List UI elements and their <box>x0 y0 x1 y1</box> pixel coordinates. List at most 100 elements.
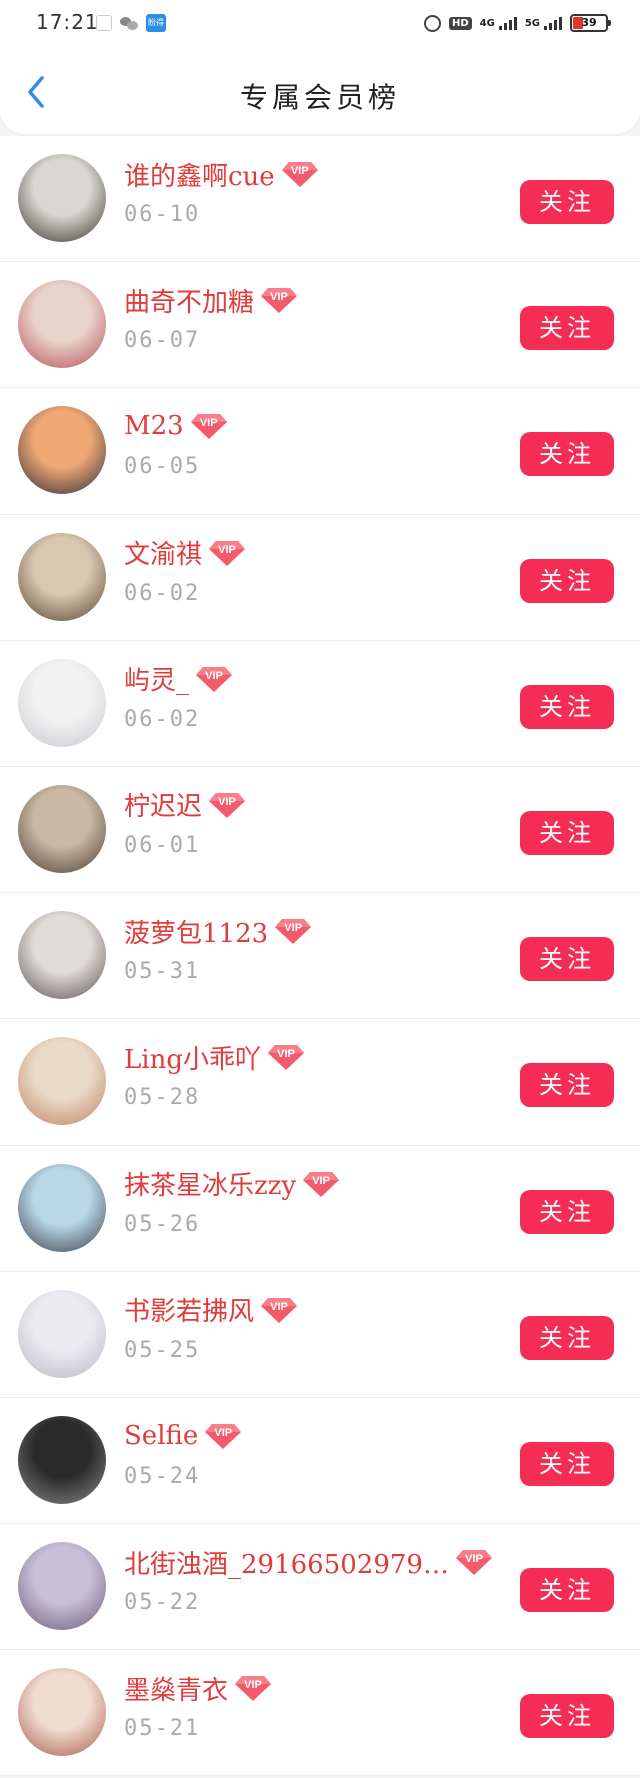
list-item[interactable]: 谁的鑫啊cue VIP 06-10 关注 <box>0 136 640 263</box>
member-name: 北街浊酒_29166502979… <box>124 1549 449 1580</box>
member-list: 谁的鑫啊cue VIP 06-10 关注 曲奇不加糖 VIP 06-07 关注 M23 VIP 06… <box>0 136 640 1777</box>
status-system-icons: HD 4G 5G 39 <box>423 14 611 32</box>
avatar[interactable] <box>18 911 106 1000</box>
member-name-line: 北街浊酒_29166502979… VIP <box>124 1544 493 1580</box>
member-date: 06-01 <box>124 832 201 858</box>
vip-label: VIP <box>270 291 288 304</box>
member-name: 抹茶星冰乐zzy <box>124 1171 297 1201</box>
member-date: 05-28 <box>124 1085 201 1111</box>
vip-label: VIP <box>312 1174 330 1187</box>
status-time: 17:21 <box>36 10 99 34</box>
list-item[interactable]: 书影若拂风 VIP 05-25 关注 <box>0 1271 640 1398</box>
avatar[interactable] <box>18 1289 106 1378</box>
member-name-line: 谁的鑫啊cue VIP <box>124 156 319 192</box>
vip-label: VIP <box>465 1553 483 1566</box>
vip-label: VIP <box>284 922 303 935</box>
vip-diamond-icon: VIP <box>260 286 298 314</box>
follow-button[interactable]: 关注 <box>520 1189 614 1234</box>
member-name: M23 <box>124 411 184 442</box>
member-name: 菠萝包1123 <box>124 918 269 949</box>
member-date: 05-24 <box>124 1463 201 1489</box>
avatar[interactable] <box>18 1668 106 1757</box>
member-name-line: Selfie VIP <box>124 1418 242 1454</box>
member-name: 曲奇不加糖 <box>124 287 255 318</box>
member-date: 05-26 <box>124 1211 201 1237</box>
member-name-line: 菠萝包1123 VIP <box>124 913 312 949</box>
member-name: Selfie <box>124 1420 199 1451</box>
member-date: 06-07 <box>124 328 201 354</box>
avatar[interactable] <box>18 1542 106 1631</box>
list-item[interactable]: 抹茶星冰乐zzy VIP 05-26 关注 <box>0 1145 640 1272</box>
member-name: 谁的鑫啊cue <box>124 161 275 192</box>
avatar[interactable] <box>18 154 106 242</box>
signal-icon-2 <box>544 16 562 30</box>
member-name-line: 抹茶星冰乐zzy VIP <box>124 1166 340 1202</box>
vip-diamond-icon: VIP <box>260 1296 298 1324</box>
vip-label: VIP <box>218 795 236 808</box>
member-name-line: 屿灵_ VIP <box>124 661 233 697</box>
app-badge-icon: 盼得 <box>146 14 166 32</box>
follow-button[interactable]: 关注 <box>520 1063 614 1108</box>
vip-diamond-icon: VIP <box>455 1548 493 1576</box>
avatar[interactable] <box>18 532 106 621</box>
list-item[interactable]: 曲奇不加糖 VIP 06-07 关注 <box>0 262 640 389</box>
follow-button[interactable]: 关注 <box>520 1694 614 1739</box>
vip-diamond-icon: VIP <box>208 539 246 567</box>
follow-button[interactable]: 关注 <box>520 1568 614 1613</box>
follow-button[interactable]: 关注 <box>520 1441 614 1486</box>
member-name-line: 柠迟迟 VIP <box>124 787 246 823</box>
member-date: 05-21 <box>124 1716 201 1742</box>
list-item[interactable]: Selfie VIP 05-24 关注 <box>0 1397 640 1525</box>
vip-diamond-icon: VIP <box>281 160 319 188</box>
member-name-line: 文渝祺 VIP <box>124 535 246 571</box>
list-item[interactable]: 菠萝包1123 VIP 05-31 关注 <box>0 893 640 1020</box>
follow-button[interactable]: 关注 <box>520 1315 614 1360</box>
follow-button[interactable]: 关注 <box>520 684 614 729</box>
follow-button[interactable]: 关注 <box>520 432 614 477</box>
list-item[interactable]: 屿灵_ VIP 06-02 关注 <box>0 640 640 767</box>
vip-label: VIP <box>205 669 223 682</box>
member-name: 文渝祺 <box>124 540 203 571</box>
follow-button[interactable]: 关注 <box>520 558 614 603</box>
vip-label: VIP <box>277 1048 295 1061</box>
vip-label: VIP <box>199 417 218 430</box>
vip-diamond-icon: VIP <box>208 791 246 819</box>
follow-button[interactable]: 关注 <box>520 180 614 224</box>
avatar[interactable] <box>18 1163 106 1252</box>
member-date: 06-02 <box>124 580 201 606</box>
vip-label: VIP <box>290 165 309 177</box>
member-name: 柠迟迟 <box>124 792 203 823</box>
list-item[interactable]: 墨燊青衣 VIP 05-21 关注 <box>0 1650 640 1777</box>
list-item[interactable]: 北街浊酒_29166502979… VIP 05-22 关注 <box>0 1524 640 1651</box>
member-name-line: 墨燊青衣 VIP <box>124 1670 272 1706</box>
member-name-line: Ling小乖吖 VIP <box>124 1039 305 1075</box>
member-date: 06-05 <box>124 454 201 480</box>
vip-diamond-icon: VIP <box>190 412 228 440</box>
status-bar: 17:21 盼得 HD 4G 5G 39 <box>0 0 640 50</box>
avatar[interactable] <box>18 784 106 873</box>
follow-button[interactable]: 关注 <box>520 810 614 855</box>
avatar[interactable] <box>18 1037 106 1126</box>
list-item[interactable]: 柠迟迟 VIP 06-01 关注 <box>0 766 640 894</box>
avatar[interactable] <box>18 1415 106 1504</box>
vip-diamond-icon: VIP <box>234 1674 272 1702</box>
status-notification-icons: 盼得 <box>96 14 166 32</box>
avatar[interactable] <box>18 406 106 495</box>
vip-label: VIP <box>270 1300 288 1313</box>
follow-button[interactable]: 关注 <box>520 937 614 982</box>
vip-diamond-icon: VIP <box>274 917 312 945</box>
vip-label: VIP <box>214 1426 233 1439</box>
vip-diamond-icon: VIP <box>195 665 233 693</box>
list-item[interactable]: Ling小乖吖 VIP 05-28 关注 <box>0 1019 640 1146</box>
member-date: 06-02 <box>124 706 201 732</box>
avatar[interactable] <box>18 280 106 369</box>
follow-button[interactable]: 关注 <box>520 306 614 351</box>
member-name: 墨燊青衣 <box>124 1675 229 1706</box>
member-name: Ling小乖吖 <box>124 1044 261 1075</box>
list-item[interactable]: 文渝祺 VIP 06-02 关注 <box>0 514 640 641</box>
avatar[interactable] <box>18 658 106 747</box>
member-name: 屿灵_ <box>124 666 190 697</box>
network-label-4g: 4G <box>479 17 495 29</box>
signal-icon-1 <box>498 16 517 30</box>
list-item[interactable]: M23 VIP 06-05 关注 <box>0 388 640 515</box>
